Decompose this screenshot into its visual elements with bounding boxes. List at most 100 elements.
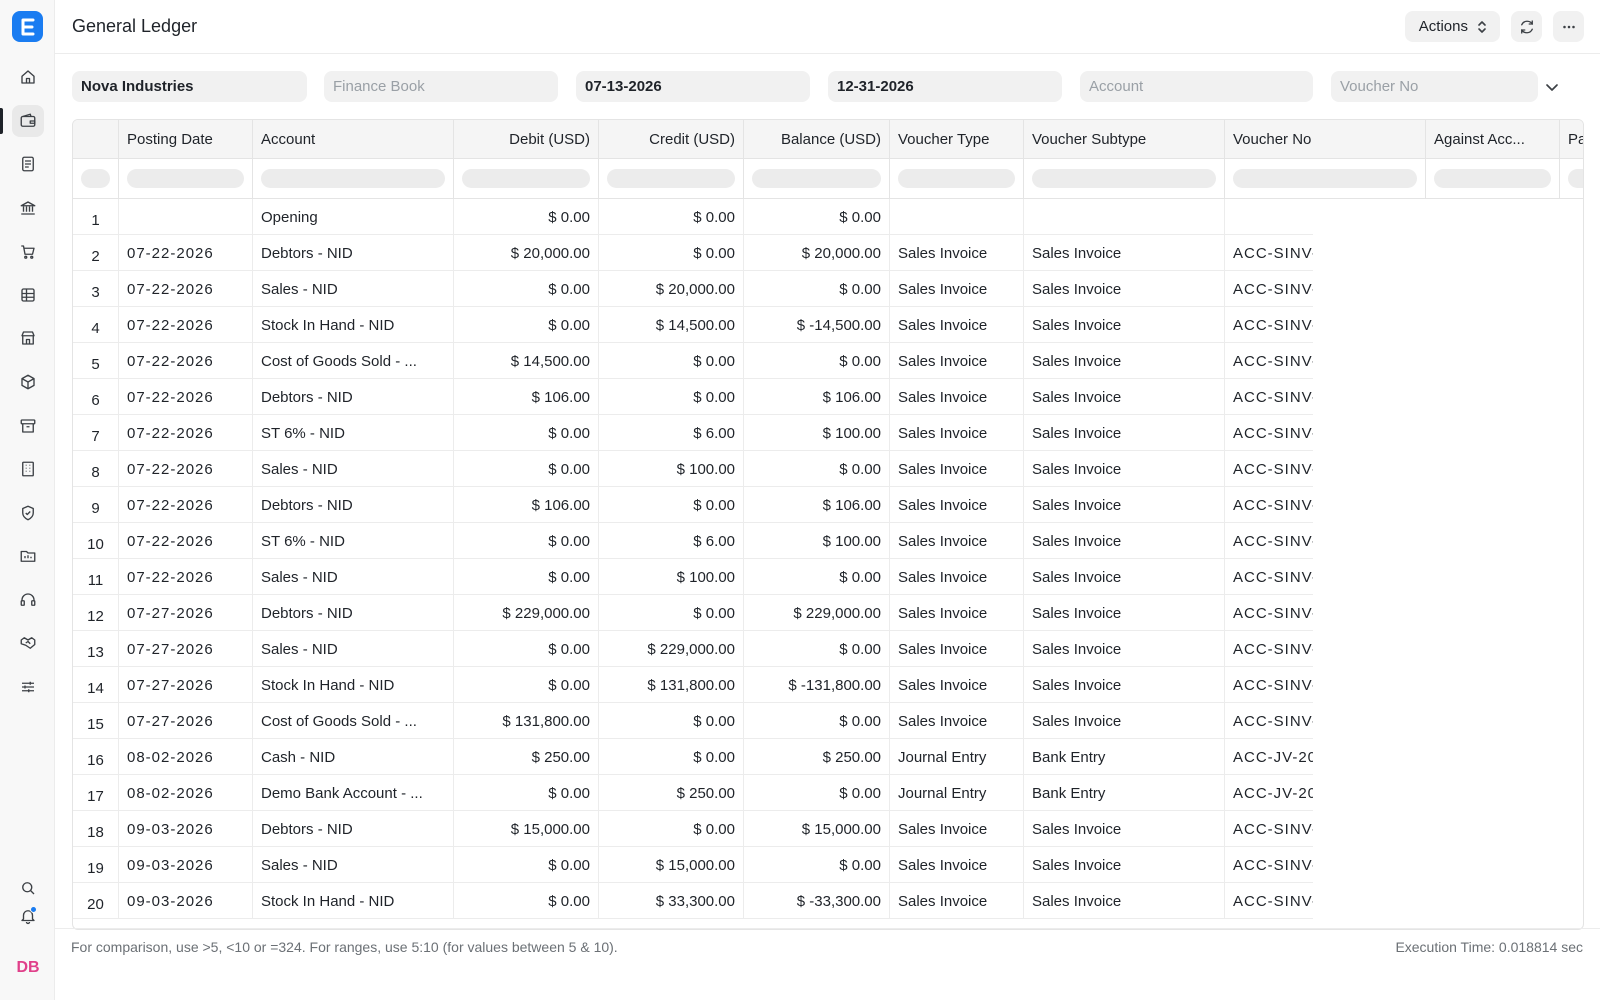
voucher-type-cell[interactable]: Sales Invoice	[890, 847, 1024, 883]
balance-cell[interactable]: $ -33,300.00	[744, 883, 890, 919]
debit-cell[interactable]: $ 0.00	[454, 559, 599, 595]
voucher-no-cell[interactable]: ACC-SINV-2026	[1225, 883, 1313, 919]
balance-cell[interactable]: $ -14,500.00	[744, 307, 890, 343]
table-row[interactable]: 6 07-22-2026 Debtors - NID $ 106.00 $ 0.00 $ …	[73, 379, 1313, 415]
company-field[interactable]: Nova Industries	[72, 71, 307, 102]
debit-cell[interactable]: $ 250.00	[454, 739, 599, 775]
account-cell[interactable]: Debtors - NID	[253, 811, 454, 847]
from-date-field[interactable]: 07-13-2026	[576, 71, 810, 102]
debit-cell[interactable]: $ 0.00	[454, 631, 599, 667]
voucher-subtype-cell[interactable]: Sales Invoice	[1024, 235, 1225, 271]
voucher-subtype-cell[interactable]: Sales Invoice	[1024, 271, 1225, 307]
credit-cell[interactable]: $ 0.00	[599, 379, 744, 415]
voucher-type-cell[interactable]: Sales Invoice	[890, 451, 1024, 487]
more-button[interactable]	[1553, 11, 1584, 42]
table-row[interactable]: 14 07-27-2026 Stock In Hand - NID $ 0.00 $ 1…	[73, 667, 1313, 703]
voucher-type-cell[interactable]: Journal Entry	[890, 739, 1024, 775]
column-header-voucher-no[interactable]: Voucher No	[1225, 120, 1426, 159]
voucher-subtype-cell[interactable]	[1024, 199, 1225, 235]
debit-cell[interactable]: $ 0.00	[454, 199, 599, 235]
credit-cell[interactable]: $ 0.00	[599, 343, 744, 379]
balance-cell[interactable]: $ 106.00	[744, 487, 890, 523]
credit-cell[interactable]: $ 100.00	[599, 559, 744, 595]
voucher-type-cell[interactable]: Sales Invoice	[890, 523, 1024, 559]
balance-cell[interactable]: $ 0.00	[744, 775, 890, 811]
voucher-no-cell[interactable]: ACC-SINV-2026	[1225, 559, 1313, 595]
account-cell[interactable]: Debtors - NID	[253, 235, 454, 271]
posting-date-cell[interactable]: 09-03-2026	[119, 811, 253, 847]
account-cell[interactable]: ST 6% - NID	[253, 523, 454, 559]
credit-cell[interactable]: $ 6.00	[599, 415, 744, 451]
posting-date-cell[interactable]: 07-22-2026	[119, 379, 253, 415]
table-row[interactable]: 2 07-22-2026 Debtors - NID $ 20,000.00 $ 0.0…	[73, 235, 1313, 271]
table-row[interactable]: 1 Opening $ 0.00 $ 0.00 $ 0.00	[73, 199, 1313, 235]
wallet-icon[interactable]	[12, 105, 44, 137]
table-row[interactable]: 12 07-27-2026 Debtors - NID $ 229,000.00 $ 0…	[73, 595, 1313, 631]
voucher-no-cell[interactable]: ACC-SINV-2026	[1225, 343, 1313, 379]
chevron-down-icon[interactable]	[1543, 78, 1561, 96]
voucher-type-cell[interactable]: Sales Invoice	[890, 667, 1024, 703]
voucher-subtype-cell[interactable]: Sales Invoice	[1024, 343, 1225, 379]
table-row[interactable]: 18 09-03-2026 Debtors - NID $ 15,000.00 $ 0.…	[73, 811, 1313, 847]
account-cell[interactable]: Stock In Hand - NID	[253, 883, 454, 919]
voucher-no-cell[interactable]: ACC-SINV-2026	[1225, 847, 1313, 883]
account-cell[interactable]: Sales - NID	[253, 631, 454, 667]
account-cell[interactable]: Demo Bank Account - ...	[253, 775, 454, 811]
credit-cell[interactable]: $ 0.00	[599, 595, 744, 631]
credit-cell[interactable]: $ 0.00	[599, 811, 744, 847]
voucher-type-cell[interactable]: Sales Invoice	[890, 307, 1024, 343]
table-row[interactable]: 8 07-22-2026 Sales - NID $ 0.00 $ 100.00 $ 0.…	[73, 451, 1313, 487]
table-row[interactable]: 16 08-02-2026 Cash - NID $ 250.00 $ 0.00 $ 25…	[73, 739, 1313, 775]
voucher-subtype-cell[interactable]: Sales Invoice	[1024, 487, 1225, 523]
table-row[interactable]: 4 07-22-2026 Stock In Hand - NID $ 0.00 $ 14…	[73, 307, 1313, 343]
account-cell[interactable]: Debtors - NID	[253, 379, 454, 415]
voucher-type-cell[interactable]: Sales Invoice	[890, 559, 1024, 595]
voucher-subtype-cell[interactable]: Sales Invoice	[1024, 847, 1225, 883]
debit-cell[interactable]: $ 0.00	[454, 883, 599, 919]
voucher-type-cell[interactable]: Sales Invoice	[890, 235, 1024, 271]
shield-icon[interactable]	[12, 497, 44, 529]
voucher-no-cell[interactable]: ACC-SINV-2026	[1225, 415, 1313, 451]
posting-date-cell[interactable]: 07-22-2026	[119, 487, 253, 523]
voucher-subtype-cell[interactable]: Sales Invoice	[1024, 523, 1225, 559]
voucher-no-cell[interactable]: ACC-SINV-2026	[1225, 703, 1313, 739]
credit-cell[interactable]: $ 20,000.00	[599, 271, 744, 307]
balance-cell[interactable]: $ 0.00	[744, 199, 890, 235]
debit-cell[interactable]: $ 0.00	[454, 775, 599, 811]
voucher-no-cell[interactable]: ACC-SINV-2026	[1225, 235, 1313, 271]
table-row[interactable]: 10 07-22-2026 ST 6% - NID $ 0.00 $ 6.00 $ 100…	[73, 523, 1313, 559]
table-row[interactable]: 5 07-22-2026 Cost of Goods Sold - ... $ 14,…	[73, 343, 1313, 379]
voucher-type-cell[interactable]: Sales Invoice	[890, 487, 1024, 523]
filter-account[interactable]	[253, 159, 454, 199]
voucher-subtype-cell[interactable]: Sales Invoice	[1024, 883, 1225, 919]
bell-icon[interactable]	[12, 900, 44, 932]
voucher-subtype-cell[interactable]: Sales Invoice	[1024, 451, 1225, 487]
voucher-subtype-cell[interactable]: Sales Invoice	[1024, 307, 1225, 343]
posting-date-cell[interactable]: 07-22-2026	[119, 271, 253, 307]
filter-debit[interactable]	[454, 159, 599, 199]
box-icon[interactable]	[12, 366, 44, 398]
account-cell[interactable]: Sales - NID	[253, 451, 454, 487]
balance-cell[interactable]: $ 0.00	[744, 343, 890, 379]
posting-date-cell[interactable]: 07-27-2026	[119, 667, 253, 703]
voucher-no-cell[interactable]: ACC-SINV-2026	[1225, 451, 1313, 487]
credit-cell[interactable]: $ 6.00	[599, 523, 744, 559]
posting-date-cell[interactable]: 07-22-2026	[119, 415, 253, 451]
account-field[interactable]: Account	[1080, 71, 1313, 102]
voucher-no-cell[interactable]: ACC-JV-2026	[1225, 739, 1313, 775]
voucher-subtype-cell[interactable]: Sales Invoice	[1024, 811, 1225, 847]
home-icon[interactable]	[12, 61, 44, 93]
credit-cell[interactable]: $ 100.00	[599, 451, 744, 487]
filter-credit[interactable]	[599, 159, 744, 199]
voucher-no-cell[interactable]: ACC-JV-2026	[1225, 775, 1313, 811]
posting-date-cell[interactable]: 09-03-2026	[119, 847, 253, 883]
credit-cell[interactable]: $ 0.00	[599, 199, 744, 235]
credit-cell[interactable]: $ 33,300.00	[599, 883, 744, 919]
voucher-subtype-cell[interactable]: Bank Entry	[1024, 739, 1225, 775]
filter-voucher-type[interactable]	[890, 159, 1024, 199]
voucher-subtype-cell[interactable]: Sales Invoice	[1024, 595, 1225, 631]
balance-cell[interactable]: $ -131,800.00	[744, 667, 890, 703]
voucher-type-cell[interactable]: Sales Invoice	[890, 415, 1024, 451]
debit-cell[interactable]: $ 0.00	[454, 451, 599, 487]
account-cell[interactable]: Cost of Goods Sold - ...	[253, 343, 454, 379]
